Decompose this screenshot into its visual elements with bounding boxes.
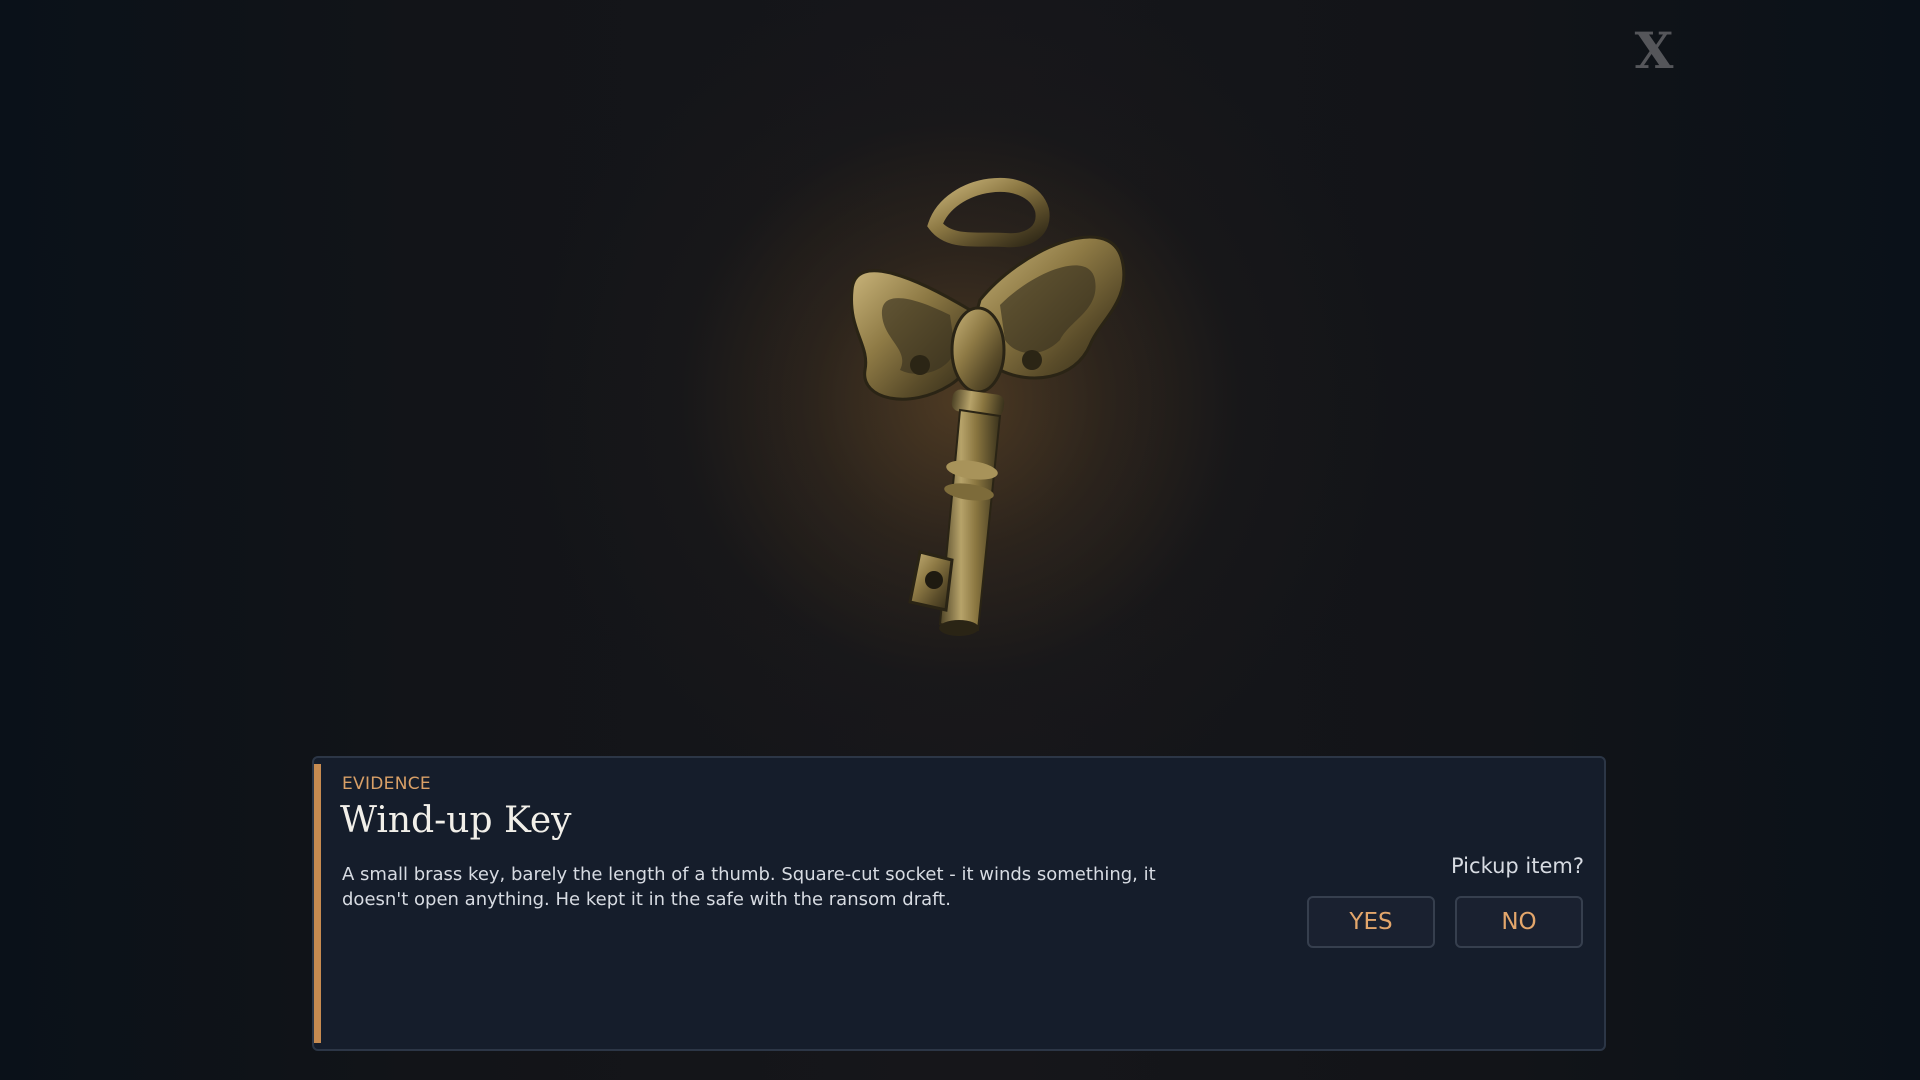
item-category: EVIDENCE bbox=[342, 774, 431, 794]
close-icon: X bbox=[1634, 20, 1674, 80]
pickup-prompt: Pickup item? bbox=[1450, 854, 1584, 878]
item-description: A small brass key, barely the length of … bbox=[342, 864, 1156, 910]
item-title: Wind-up Key bbox=[340, 800, 572, 841]
close-button[interactable]: X bbox=[1628, 18, 1680, 82]
yes-button[interactable]: YES bbox=[1307, 896, 1435, 948]
panel-accent-bar bbox=[314, 764, 321, 1043]
no-button[interactable]: NO bbox=[1455, 896, 1583, 948]
item-info-panel: EVIDENCE Wind-up Key A small brass key, … bbox=[312, 756, 1606, 1051]
game-scene: X EVIDENCE Wind-up Key A small brass key… bbox=[0, 0, 1920, 1080]
wind-up-key-icon bbox=[850, 177, 1126, 636]
